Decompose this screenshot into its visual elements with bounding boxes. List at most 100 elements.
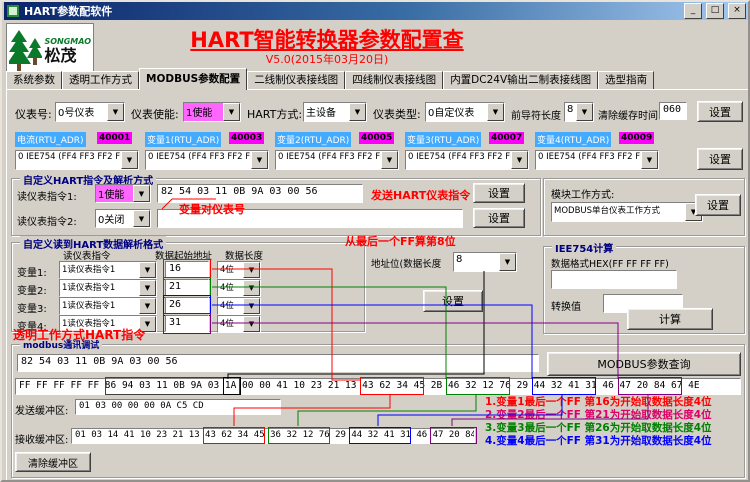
rtu-var3-label: 变量3(RTU_ADR) xyxy=(405,132,482,147)
parse-row4-start-input[interactable]: 31 xyxy=(163,313,211,334)
minimize-button[interactable]: _ xyxy=(684,3,702,19)
parse-row2-label: 变量2: xyxy=(17,286,47,297)
rtu-format-value: 0 IEE754 (FF4 FF3 FF2 FF1) xyxy=(148,152,251,162)
module-mode-select[interactable]: MODBUS单台仪表工作方式 ▼ xyxy=(551,202,703,222)
chevron-down-icon[interactable]: ▼ xyxy=(487,103,504,121)
chevron-down-icon[interactable]: ▼ xyxy=(139,280,156,296)
parse-set-button[interactable]: 设置 xyxy=(423,290,483,312)
rtu-var1-format-select[interactable]: 0 IEE754 (FF4 FF3 FF2 FF1)▼ xyxy=(145,150,269,170)
tab-2wire-diagram[interactable]: 二线制仪表接线图 xyxy=(247,71,346,89)
parse-row1-start-input[interactable]: 16 xyxy=(163,259,211,280)
chevron-down-icon[interactable]: ▼ xyxy=(511,151,528,169)
parse-row3-cmd-select[interactable]: 1读仪表指令1 ▼ xyxy=(59,297,157,315)
hex-response-line[interactable]: FF FF FF FF FF 86 94 03 11 0B 9A 03 1A 0… xyxy=(15,378,741,395)
cmd2-enable-value: 0关闭 xyxy=(98,215,125,226)
preamble-select[interactable]: 8 ▼ xyxy=(564,102,594,122)
modbus-query-button[interactable]: MODBUS参数查询 xyxy=(547,352,741,376)
chevron-down-icon[interactable]: ▼ xyxy=(107,103,124,121)
meter-enable-label: 仪表使能: xyxy=(131,108,179,121)
chevron-down-icon[interactable]: ▼ xyxy=(223,103,240,121)
meter-type-select[interactable]: 0自定仪表 ▼ xyxy=(425,102,505,122)
parse-row1-len-select[interactable]: 4位 ▼ xyxy=(217,261,261,279)
chevron-down-icon[interactable]: ▼ xyxy=(133,210,150,227)
parse-row4-len-select[interactable]: 4位 ▼ xyxy=(217,315,261,333)
parse-row2-cmd-select[interactable]: 1读仪表指令1 ▼ xyxy=(59,279,157,297)
cmd2-set-button[interactable]: 设置 xyxy=(473,208,525,228)
rtu-current-format-select[interactable]: 0 IEE754 (FF4 FF3 FF2 FF1)▼ xyxy=(15,150,139,170)
preamble-label: 前导符长度 xyxy=(511,111,561,122)
parse-row3-start-input[interactable]: 26 xyxy=(163,295,211,316)
tab-dc24v-diagram[interactable]: 内置DC24V输出二制表接线图 xyxy=(443,71,599,89)
page-title: HART智能转换器参数配置查 xyxy=(190,28,464,52)
parse-row2-start-input[interactable]: 21 xyxy=(163,277,211,298)
clear-buffer-button[interactable]: 清除缓冲区 xyxy=(15,452,91,472)
tab-4wire-diagram[interactable]: 四线制仪表接线图 xyxy=(345,71,444,89)
meter-no-select[interactable]: 0号仪表 ▼ xyxy=(55,102,125,122)
chevron-down-icon[interactable]: ▼ xyxy=(349,103,366,121)
cmd2-enable-select[interactable]: 0关闭 ▼ xyxy=(95,209,151,228)
cmd1-set-button[interactable]: 设置 xyxy=(473,183,525,203)
module-set-button[interactable]: 设置 xyxy=(695,194,741,216)
chevron-down-icon[interactable]: ▼ xyxy=(243,280,260,296)
parse-col-cmd: 读仪表指令 xyxy=(63,251,111,262)
send-hart-note: 发送HART仪表指令 xyxy=(371,189,471,202)
app-icon xyxy=(7,5,19,17)
rtu-var3-addr: 40007 xyxy=(489,132,525,144)
chevron-down-icon[interactable]: ▼ xyxy=(243,298,260,314)
rtu-var4-label: 变量4(RTU_ADR) xyxy=(535,132,612,147)
cmd1-enable-select[interactable]: 1使能 ▼ xyxy=(95,184,151,203)
rtu-var4-format-select[interactable]: 0 IEE754 (FF4 FF3 FF2 FF1)▼ xyxy=(535,150,659,170)
debug-cmd-input[interactable]: 82 54 03 11 0B 9A 03 00 56 xyxy=(17,354,539,372)
parse-row2-len-select[interactable]: 4位 ▼ xyxy=(217,279,261,297)
hart-mode-value: 主设备 xyxy=(306,108,336,119)
rtu-format-value: 0 IEE754 (FF4 FF3 FF2 FF1) xyxy=(538,152,641,162)
hart-mode-select[interactable]: 主设备 ▼ xyxy=(303,102,367,122)
cmd2-label: 读仪表指令2: xyxy=(17,217,77,228)
chevron-down-icon[interactable]: ▼ xyxy=(243,262,260,278)
title-bar: HART参数配软件 _ □ × xyxy=(4,2,748,20)
addr-bit-label: 地址位(数据长度 xyxy=(371,259,442,270)
rtu-var2-addr: 40005 xyxy=(359,132,395,144)
rtu-set-button[interactable]: 设置 xyxy=(697,148,743,170)
chevron-down-icon[interactable]: ▼ xyxy=(133,185,150,202)
meter-enable-select[interactable]: 1使能 ▼ xyxy=(183,102,241,122)
rtu-var3-format-select[interactable]: 0 IEE754 (FF4 FF3 FF2 FF1)▼ xyxy=(405,150,529,170)
row1-set-button[interactable]: 设置 xyxy=(697,101,743,122)
chevron-down-icon[interactable]: ▼ xyxy=(499,253,516,271)
close-button[interactable]: × xyxy=(728,3,746,19)
version-label: V5.0(2015年03月20日) xyxy=(265,53,389,66)
parse-row1-cmd-select[interactable]: 1读仪表指令1 ▼ xyxy=(59,261,157,279)
chevron-down-icon[interactable]: ▼ xyxy=(576,103,593,121)
ieee-calc-button[interactable]: 计算 xyxy=(627,308,713,330)
ieee-format-input[interactable] xyxy=(551,270,677,289)
parse-row3-label: 变量3: xyxy=(17,304,47,315)
tab-selection-guide[interactable]: 选型指南 xyxy=(598,71,655,89)
meter-no-value: 0号仪表 xyxy=(58,108,95,119)
send-buffer-input[interactable]: 01 03 00 00 00 0A C5 CD xyxy=(75,399,281,415)
chevron-down-icon[interactable]: ▼ xyxy=(381,151,398,169)
chevron-down-icon[interactable]: ▼ xyxy=(243,316,260,332)
chevron-down-icon[interactable]: ▼ xyxy=(121,151,138,169)
chevron-down-icon[interactable]: ▼ xyxy=(139,262,156,278)
maximize-button[interactable]: □ xyxy=(706,3,724,19)
addr-bit-select[interactable]: 8 ▼ xyxy=(453,252,517,272)
logo-text: SONGMAO 松茂 xyxy=(44,37,91,64)
ieee-format-label: 数据格式HEX(FF FF FF FF) xyxy=(551,259,669,270)
parse-col-start: 数据起始地址 xyxy=(155,251,213,262)
chevron-down-icon[interactable]: ▼ xyxy=(251,151,268,169)
chevron-down-icon[interactable]: ▼ xyxy=(641,151,658,169)
recv-buffer-label: 接收缓冲区: xyxy=(15,435,69,446)
tab-transparent-mode[interactable]: 透明工作方式 xyxy=(62,71,139,89)
clear-cache-input[interactable]: 060 xyxy=(659,102,687,120)
tab-modbus-config[interactable]: MODBUS参数配置 xyxy=(139,68,248,90)
rtu-current-label: 电流(RTU_ADR) xyxy=(15,132,86,147)
ieee754-group-title: IEE754计算 xyxy=(552,240,617,255)
parse-row3-len-select[interactable]: 4位 ▼ xyxy=(217,297,261,315)
parse-row3-cmd: 1读仪表指令1 xyxy=(62,301,116,311)
rtu-var2-format-select[interactable]: 0 IEE754 (FF4 FF3 FF2 FF1)▼ xyxy=(275,150,399,170)
tab-system-params[interactable]: 系统参数 xyxy=(6,71,62,89)
chevron-down-icon[interactable]: ▼ xyxy=(139,298,156,314)
recv-buffer-input[interactable]: 01 03 14 41 10 23 21 13 43 62 34 45 36 3… xyxy=(71,428,475,444)
module-mode-label: 模块工作方式: xyxy=(551,190,615,201)
parse-col-len: 数据长度 xyxy=(225,251,264,262)
